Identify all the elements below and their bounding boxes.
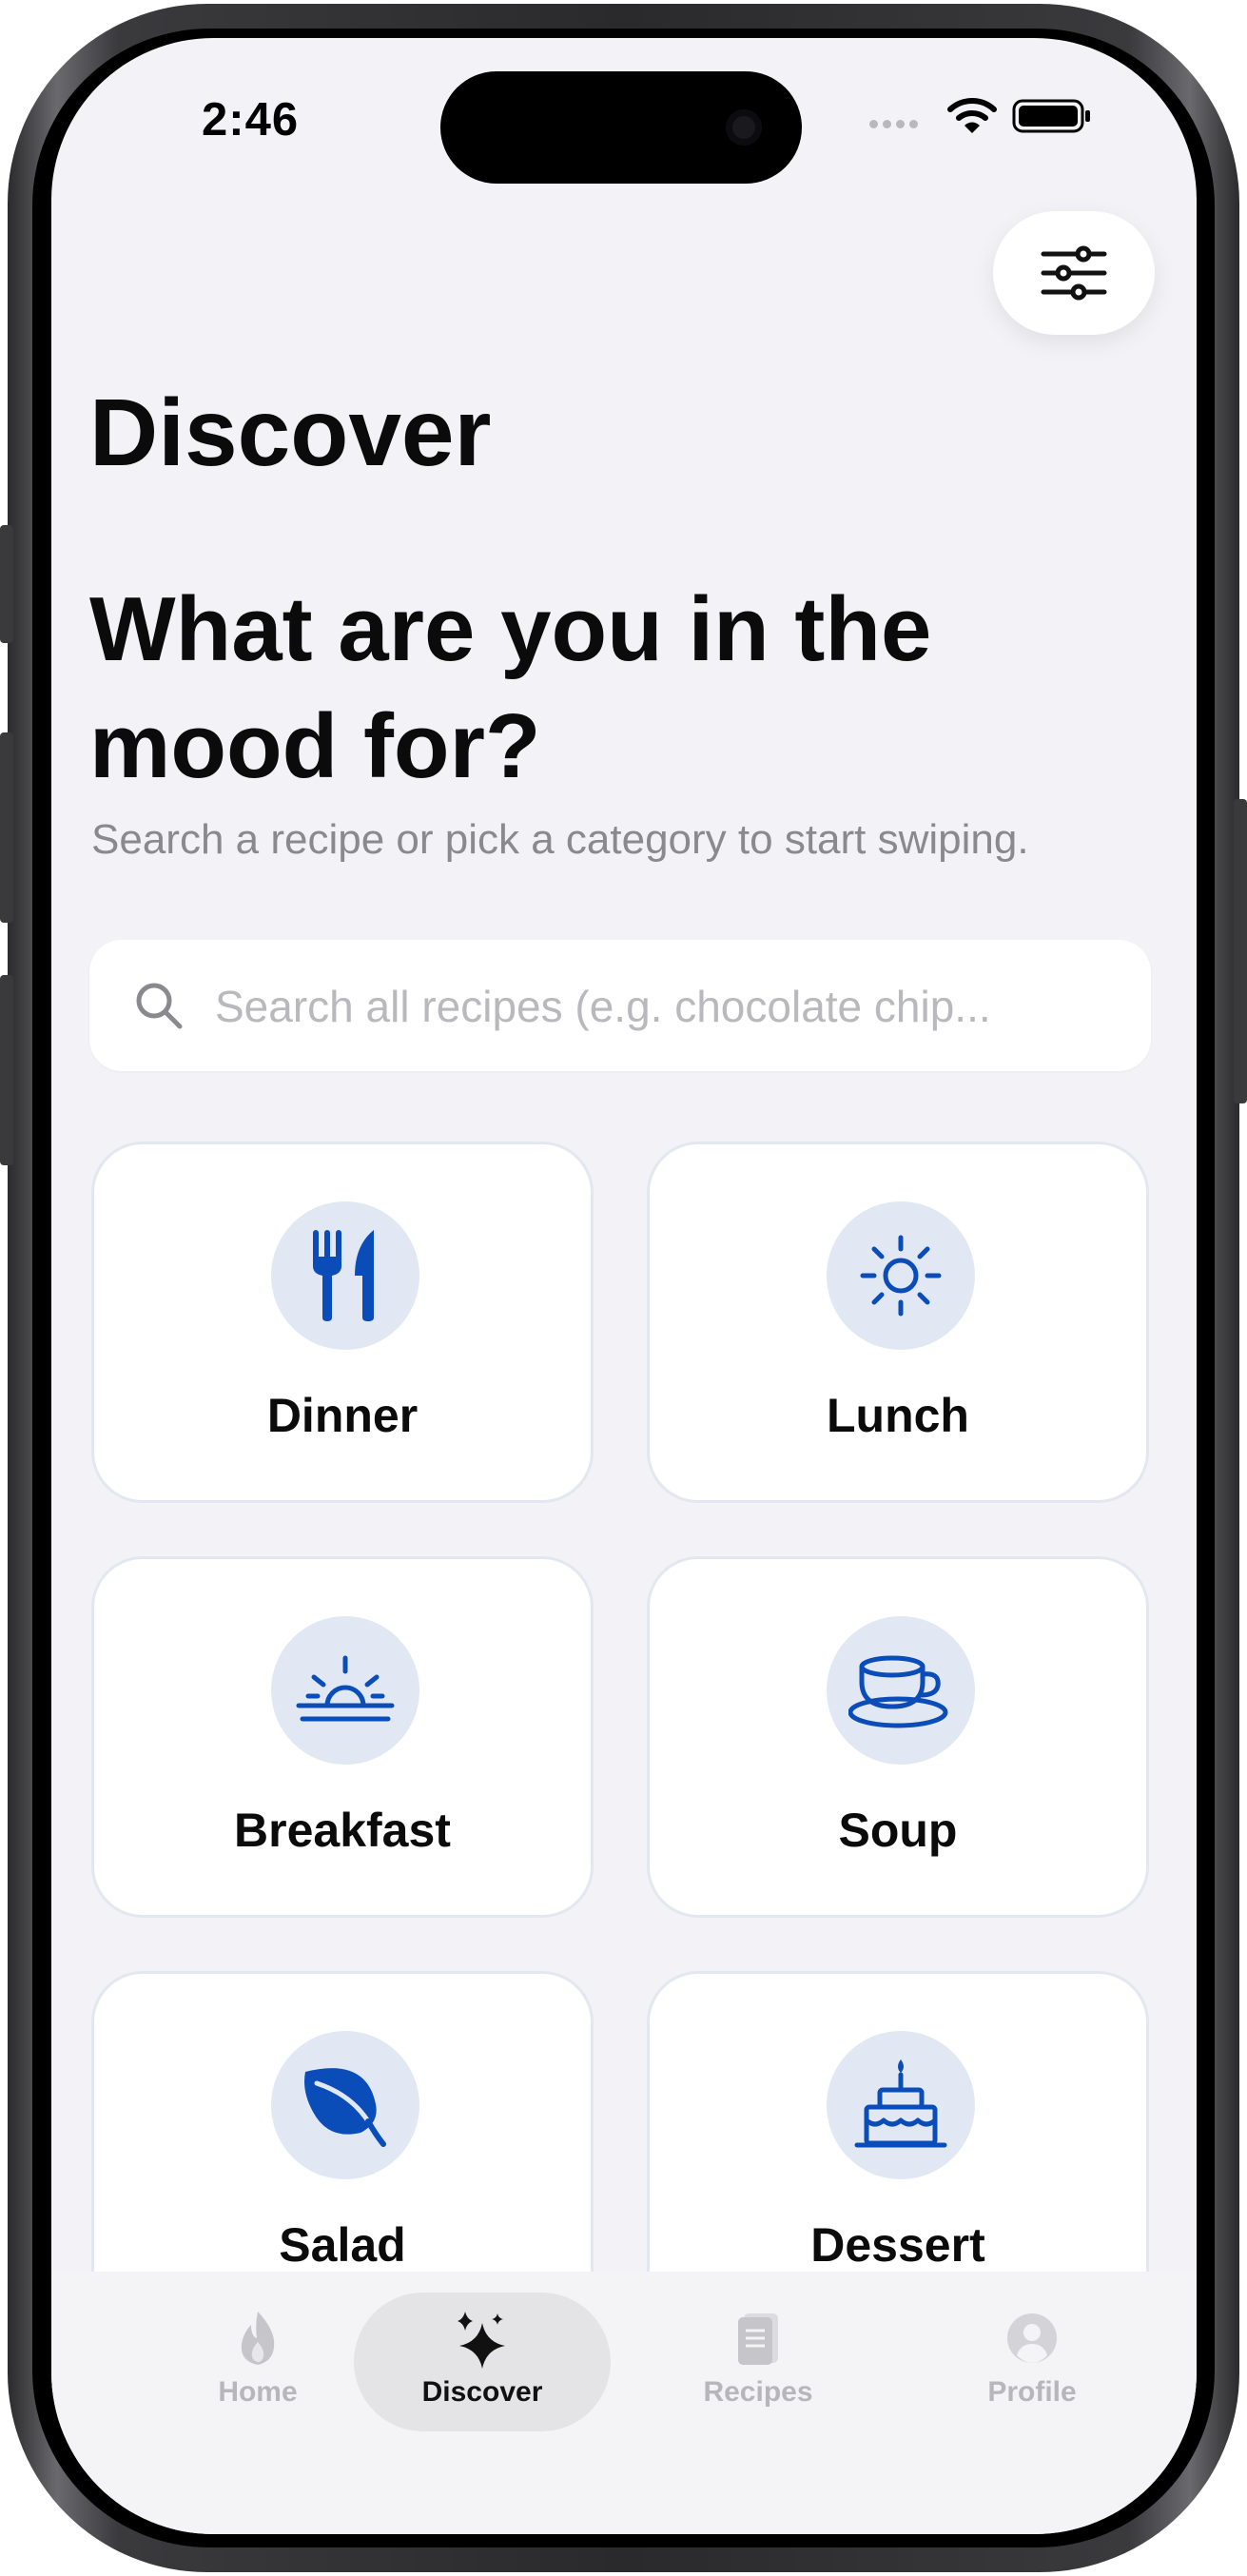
category-label: Breakfast	[234, 1804, 451, 1857]
sliders-icon	[1041, 245, 1107, 301]
category-label: Soup	[838, 1804, 958, 1857]
hero-headline: What are you in the mood for?	[89, 578, 932, 797]
leaf-icon	[304, 2068, 386, 2147]
action-button	[0, 525, 13, 643]
category-card-lunch[interactable]: Lunch	[647, 1142, 1149, 1503]
hero-subtext: Search a recipe or pick a category to st…	[91, 816, 1029, 863]
tab-label: Discover	[421, 2376, 543, 2408]
filter-button[interactable]	[993, 211, 1155, 335]
fork-knife-icon	[313, 1230, 374, 1321]
tab-recipes[interactable]: Recipes	[630, 2293, 887, 2431]
tab-label: Recipes	[703, 2376, 813, 2408]
category-label: Dessert	[810, 2218, 985, 2272]
category-icon-circle	[827, 1201, 975, 1350]
category-card-breakfast[interactable]: Breakfast	[91, 1556, 594, 1918]
battery-icon	[1012, 99, 1090, 133]
cellular-signal-icon	[869, 116, 923, 133]
flame-icon	[241, 2312, 275, 2365]
category-icon-circle	[827, 1616, 975, 1765]
category-icon-circle	[271, 1201, 419, 1350]
wifi-icon	[947, 98, 997, 133]
dynamic-island	[440, 71, 802, 184]
sun-icon	[860, 1235, 942, 1317]
search-bar[interactable]	[89, 940, 1151, 1071]
tab-discover[interactable]: Discover	[354, 2293, 611, 2431]
status-indicators	[869, 95, 1155, 143]
camera-icon	[726, 109, 762, 146]
book-icon	[738, 2313, 778, 2365]
power-button	[1234, 799, 1247, 1103]
status-time: 2:46	[202, 94, 300, 146]
cup-icon	[848, 1655, 948, 1728]
tab-home[interactable]: Home	[129, 2293, 386, 2431]
tab-label: Profile	[987, 2376, 1077, 2408]
category-label: Salad	[279, 2218, 406, 2272]
category-label: Lunch	[827, 1389, 969, 1442]
birthday-cake-icon	[854, 2059, 947, 2148]
volume-down-button	[0, 975, 13, 1165]
tab-profile[interactable]: Profile	[904, 2293, 1160, 2431]
app-screen: 2:46 Discover What are you in the mood f…	[51, 38, 1197, 2534]
category-icon-circle	[271, 2031, 419, 2179]
person-icon	[1007, 2313, 1057, 2363]
search-input[interactable]	[213, 965, 1130, 1048]
page-title: Discover	[89, 380, 492, 486]
search-icon	[136, 983, 183, 1029]
sunrise-icon	[296, 1655, 395, 1722]
category-card-soup[interactable]: Soup	[647, 1556, 1149, 1918]
tab-label: Home	[218, 2376, 298, 2408]
category-card-dinner[interactable]: Dinner	[91, 1142, 594, 1503]
sparkles-icon	[458, 2312, 505, 2369]
volume-up-button	[0, 732, 13, 923]
tab-bar: Home Discover Recipes Profile	[51, 2272, 1197, 2534]
category-icon-circle	[271, 1616, 419, 1765]
category-label: Dinner	[266, 1389, 419, 1442]
category-icon-circle	[827, 2031, 975, 2179]
